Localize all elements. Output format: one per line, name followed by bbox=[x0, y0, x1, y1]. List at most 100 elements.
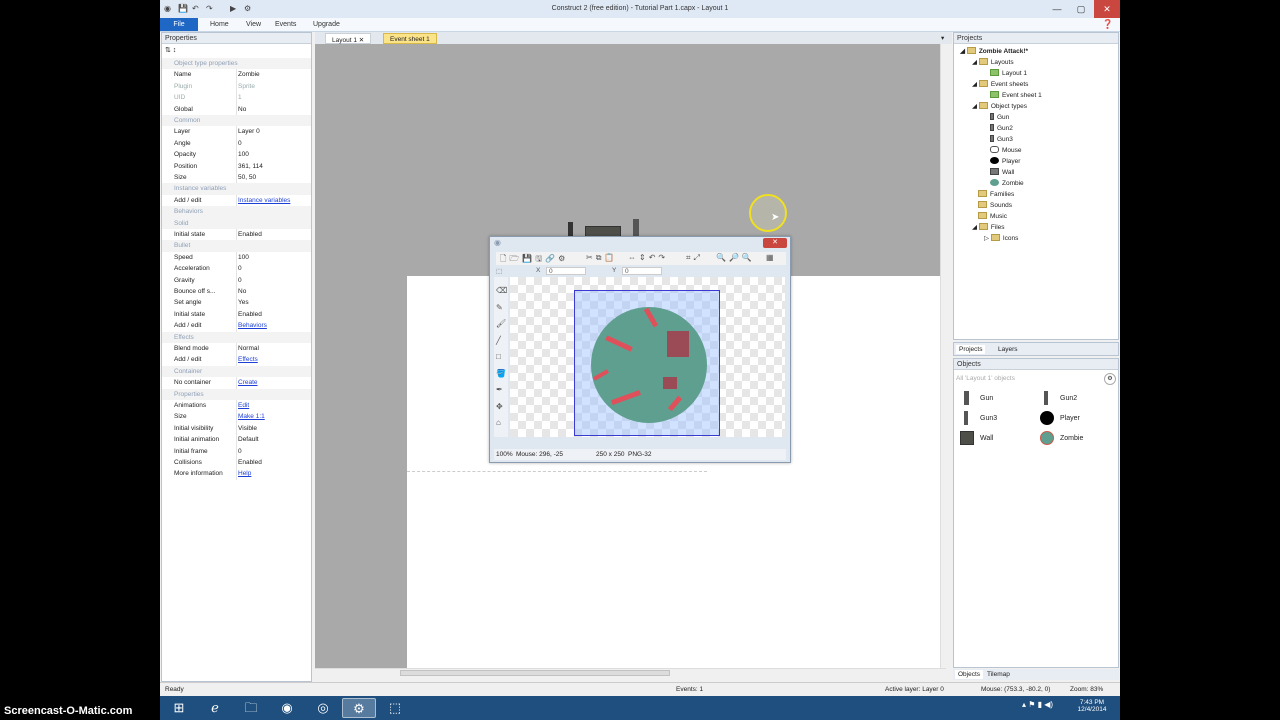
vertical-scrollbar[interactable] bbox=[940, 44, 946, 668]
property-category[interactable]: Bullet bbox=[162, 240, 311, 252]
tabs-dropdown-icon[interactable]: ▾ bbox=[935, 32, 950, 43]
image-settings-icon[interactable]: ▦ bbox=[766, 253, 774, 262]
crop-tools-icons[interactable]: ⌗⤢ bbox=[686, 253, 703, 263]
menu-home[interactable]: Home bbox=[204, 20, 235, 29]
property-category[interactable]: Properties bbox=[162, 388, 311, 400]
tree-families[interactable]: Families bbox=[978, 190, 1014, 198]
property-category[interactable]: Common bbox=[162, 115, 311, 127]
tree-type-player[interactable]: Player bbox=[990, 157, 1020, 165]
property-link[interactable]: Instance variables bbox=[238, 197, 290, 204]
property-row[interactable]: Layer Layer 0 bbox=[162, 126, 311, 138]
property-row[interactable]: Angle 0 bbox=[162, 137, 311, 150]
property-row[interactable]: Set angle Yes bbox=[162, 297, 311, 309]
property-row[interactable]: Acceleration 0 bbox=[162, 263, 311, 275]
file-tools-icons[interactable]: 🗋🗁💾🖫🔗⚙ bbox=[500, 253, 568, 267]
chrome-icon[interactable]: ◉ bbox=[270, 698, 304, 718]
property-link[interactable]: Help bbox=[238, 470, 251, 477]
tab-event-sheet-1[interactable]: Event sheet 1 bbox=[383, 33, 437, 44]
drawing-tool-icons[interactable]: ⌫ ✎ 🖌 ╱ □ 🪣 ✒ ✥ ⌂ bbox=[496, 283, 507, 432]
property-row[interactable]: Plugin Sprite bbox=[162, 80, 311, 93]
menu-events[interactable]: Events bbox=[269, 20, 302, 29]
tree-type-gun[interactable]: Gun bbox=[990, 113, 1009, 121]
property-row[interactable]: Collisions Enabled bbox=[162, 457, 311, 469]
property-row[interactable]: More information Help bbox=[162, 468, 311, 480]
screencast-icon[interactable]: ⬚ bbox=[378, 698, 412, 718]
tab-projects[interactable]: Projects bbox=[956, 345, 986, 354]
explorer-icon[interactable]: 🗀 bbox=[234, 698, 268, 718]
zoom-tools-icons[interactable]: 🔍🔎🔍 bbox=[716, 253, 755, 262]
property-row[interactable]: Add / edit Behaviors bbox=[162, 320, 311, 332]
property-row[interactable]: Speed 100 bbox=[162, 251, 311, 264]
property-row[interactable]: Position 361, 114 bbox=[162, 160, 311, 172]
objects-filter[interactable]: All 'Layout 1' objects bbox=[956, 375, 1015, 382]
tree-event-sheet-1[interactable]: Event sheet 1 bbox=[990, 91, 1042, 99]
ie-icon[interactable]: ℯ bbox=[198, 698, 232, 718]
image-editor-window[interactable]: ◉ ✕ 🗋🗁💾🖫🔗⚙ ✂⧉📋 ⇔⇕↶↷ ⌗⤢ 🔍🔎🔍 ▦ ⬚ X 0 Y 0 ⌫… bbox=[489, 236, 791, 463]
tree-layout-1[interactable]: Layout 1 bbox=[990, 69, 1027, 77]
menu-view[interactable]: View bbox=[240, 20, 267, 29]
property-category[interactable]: Effects bbox=[162, 331, 311, 343]
tab-layout-1[interactable]: Layout 1 ✕ bbox=[325, 33, 372, 44]
tree-event-sheets[interactable]: ◢ Event sheets bbox=[972, 80, 1028, 88]
clock[interactable]: 7:43 PM 12/4/2014 bbox=[1072, 699, 1112, 713]
tab-objects[interactable]: Objects bbox=[955, 670, 984, 679]
property-link[interactable]: Effects bbox=[238, 356, 258, 363]
selection-box[interactable] bbox=[574, 290, 720, 436]
editor-close-button[interactable]: ✕ bbox=[763, 238, 787, 248]
property-category[interactable]: Container bbox=[162, 365, 311, 378]
property-row[interactable]: Animations Edit bbox=[162, 400, 311, 412]
property-row[interactable]: Add / edit Instance variables bbox=[162, 194, 311, 207]
property-row[interactable]: Global No bbox=[162, 103, 311, 115]
scroll-thumb[interactable] bbox=[400, 670, 670, 676]
property-category[interactable]: Object type properties bbox=[162, 58, 311, 70]
property-row[interactable]: Blend mode Normal bbox=[162, 343, 311, 355]
property-row[interactable]: Initial state Enabled bbox=[162, 229, 311, 241]
property-row[interactable]: Size 50, 50 bbox=[162, 172, 311, 184]
horizontal-scrollbar[interactable] bbox=[315, 668, 946, 677]
property-link[interactable]: Make 1:1 bbox=[238, 413, 265, 420]
property-row[interactable]: Size Make 1:1 bbox=[162, 411, 311, 423]
tree-type-gun2[interactable]: Gun2 bbox=[990, 124, 1013, 132]
tree-type-gun3[interactable]: Gun3 bbox=[990, 135, 1013, 143]
y-field[interactable]: 0 bbox=[622, 267, 662, 275]
x-field[interactable]: 0 bbox=[546, 267, 586, 275]
editor-canvas[interactable] bbox=[510, 277, 785, 437]
help-icon[interactable]: ❓ bbox=[1096, 18, 1119, 31]
tree-type-zombie[interactable]: Zombie bbox=[990, 179, 1024, 187]
property-row[interactable]: No container Create bbox=[162, 377, 311, 389]
property-row[interactable]: Initial animation Default bbox=[162, 434, 311, 446]
tree-files[interactable]: ◢ Files bbox=[972, 223, 1005, 231]
tab-tilemap[interactable]: Tilemap bbox=[987, 671, 1010, 678]
edit-tools-icons[interactable]: ✂⧉📋 bbox=[586, 253, 617, 263]
construct2-taskbar-icon[interactable]: ⚙ bbox=[342, 698, 376, 718]
property-link[interactable]: Create bbox=[238, 379, 258, 386]
tree-music[interactable]: Music bbox=[978, 212, 1007, 220]
tree-type-wall[interactable]: Wall bbox=[990, 168, 1014, 176]
project-root[interactable]: ◢ Zombie Attack!* bbox=[960, 47, 1028, 55]
tree-icons[interactable]: ▷ Icons bbox=[984, 234, 1018, 242]
transform-tools-icons[interactable]: ⇔⇕↶↷ bbox=[628, 253, 668, 262]
property-category[interactable]: Behaviors bbox=[162, 206, 311, 218]
tree-sounds[interactable]: Sounds bbox=[978, 201, 1012, 209]
property-row[interactable]: Name Zombie bbox=[162, 69, 311, 81]
tree-layouts[interactable]: ◢ Layouts bbox=[972, 58, 1014, 66]
tray-icons[interactable]: ▴ ⚑ ▮ ◀) bbox=[1022, 700, 1053, 709]
property-category[interactable]: Instance variables bbox=[162, 183, 311, 195]
filter-icon[interactable]: ⚙ bbox=[1104, 373, 1116, 385]
property-row[interactable]: UID 1 bbox=[162, 92, 311, 104]
property-row[interactable]: Initial frame 0 bbox=[162, 445, 311, 457]
property-row[interactable]: Gravity 0 bbox=[162, 274, 311, 286]
marquee-icon[interactable]: ⬚ bbox=[496, 267, 502, 275]
menu-file[interactable]: File bbox=[160, 18, 198, 31]
property-link[interactable]: Behaviors bbox=[238, 322, 267, 329]
property-row[interactable]: Opacity 100 bbox=[162, 149, 311, 161]
property-row[interactable]: Bounce off s... No bbox=[162, 286, 311, 298]
property-row[interactable]: Initial visibility Visible bbox=[162, 422, 311, 435]
menu-upgrade[interactable]: Upgrade bbox=[307, 20, 346, 29]
tab-layers[interactable]: Layers bbox=[998, 346, 1018, 353]
maximize-button[interactable]: ▢ bbox=[1068, 0, 1094, 18]
property-row[interactable]: Add / edit Effects bbox=[162, 354, 311, 366]
tree-type-mouse[interactable]: Mouse bbox=[990, 146, 1022, 154]
property-row[interactable]: Initial state Enabled bbox=[162, 308, 311, 321]
minimize-button[interactable]: — bbox=[1044, 0, 1070, 18]
